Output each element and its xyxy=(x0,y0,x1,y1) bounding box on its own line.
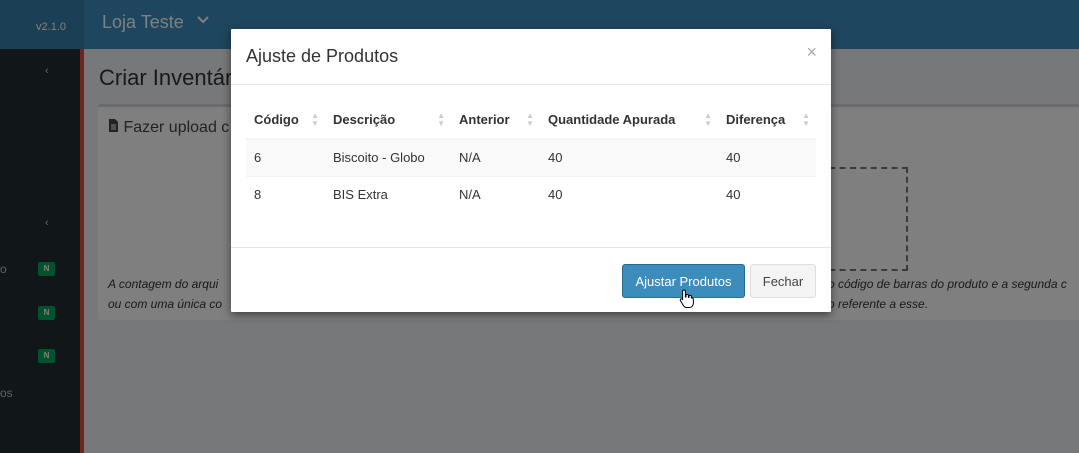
column-header-anterior[interactable]: Anterior ▲ ▼ xyxy=(451,101,540,140)
sort-icon[interactable]: ▲ ▼ xyxy=(311,112,319,128)
cell-anterior: N/A xyxy=(451,175,540,213)
products-table: Código ▲ ▼ Descrição ▲ ▼ Anterior ▲ ▼ Quantida… xyxy=(246,101,816,213)
column-header-diferenca[interactable]: Diferença ▲ ▼ xyxy=(718,101,816,140)
cell-quantidade: 40 xyxy=(540,138,718,176)
cell-codigo: 8 xyxy=(246,175,325,213)
cell-codigo: 6 xyxy=(246,138,325,176)
modal-title: Ajuste de Produtos xyxy=(246,46,399,66)
table-row: 6 Biscoito - Globo N/A 40 40 xyxy=(246,138,816,176)
table-row: 8 BIS Extra N/A 40 40 xyxy=(246,175,816,213)
close-button[interactable]: Fechar xyxy=(750,264,816,298)
hand-cursor-icon xyxy=(679,289,695,309)
close-icon[interactable]: × xyxy=(806,42,817,63)
cell-quantidade: 40 xyxy=(540,175,718,213)
cell-descricao: BIS Extra xyxy=(325,175,451,213)
sort-icon[interactable]: ▲ ▼ xyxy=(802,112,810,128)
adjust-products-modal: Ajuste de Produtos × Código ▲ ▼ Descrição ▲… xyxy=(231,29,831,312)
column-header-codigo[interactable]: Código ▲ ▼ xyxy=(246,101,325,140)
cell-anterior: N/A xyxy=(451,138,540,176)
sort-icon[interactable]: ▲ ▼ xyxy=(526,112,534,128)
sort-icon[interactable]: ▲ ▼ xyxy=(437,112,445,128)
column-header-quantidade[interactable]: Quantidade Apurada ▲ ▼ xyxy=(540,101,718,140)
cell-diferenca: 40 xyxy=(718,175,816,213)
cell-descricao: Biscoito - Globo xyxy=(325,138,451,176)
modal-header: Ajuste de Produtos × xyxy=(231,29,831,85)
column-header-descricao[interactable]: Descrição ▲ ▼ xyxy=(325,101,451,140)
modal-footer: Ajustar Produtos Fechar xyxy=(231,247,831,312)
sort-icon[interactable]: ▲ ▼ xyxy=(704,112,712,128)
cell-diferenca: 40 xyxy=(718,138,816,176)
